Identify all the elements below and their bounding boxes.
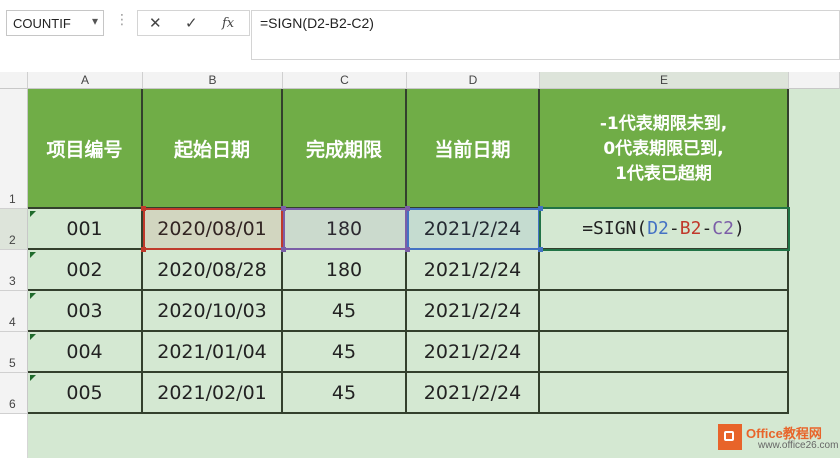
- column-header-f[interactable]: [789, 72, 840, 89]
- resize-handle[interactable]: [405, 206, 410, 211]
- row-header-3[interactable]: 3: [0, 250, 28, 291]
- cell-a4[interactable]: 003: [28, 291, 143, 332]
- header-cell-d[interactable]: 当前日期: [407, 89, 540, 209]
- resize-handle[interactable]: [141, 206, 146, 211]
- cell-e5[interactable]: [540, 332, 789, 373]
- watermark-url: www.office26.com: [758, 440, 839, 451]
- formula-ref-c2: C2: [712, 218, 734, 239]
- name-box-value: COUNTIF: [13, 16, 71, 31]
- row-header-2[interactable]: 2: [0, 209, 28, 250]
- resize-handle[interactable]: [141, 247, 146, 252]
- cell-b5[interactable]: 2021/01/04: [143, 332, 283, 373]
- row-header-5[interactable]: 5: [0, 332, 28, 373]
- row-header-4[interactable]: 4: [0, 291, 28, 332]
- column-header-c[interactable]: C: [283, 72, 407, 89]
- formula-ref-d2: D2: [647, 218, 669, 239]
- error-indicator-icon[interactable]: [30, 375, 36, 381]
- cell-d4[interactable]: 2021/2/24: [407, 291, 540, 332]
- cell-c6[interactable]: 45: [283, 373, 407, 414]
- cell-d5[interactable]: 2021/2/24: [407, 332, 540, 373]
- cell-b3[interactable]: 2020/08/28: [143, 250, 283, 291]
- more-options-icon: ⋮: [115, 12, 129, 28]
- header-cell-a[interactable]: 项目编号: [28, 89, 143, 209]
- header-cell-b[interactable]: 起始日期: [143, 89, 283, 209]
- cell-c3[interactable]: 180: [283, 250, 407, 291]
- formula-prefix: =SIGN(: [582, 218, 648, 239]
- cell-d6[interactable]: 2021/2/24: [407, 373, 540, 414]
- error-indicator-icon[interactable]: [30, 211, 36, 217]
- cell-e4[interactable]: [540, 291, 789, 332]
- resize-handle[interactable]: [281, 206, 286, 211]
- header-cell-c[interactable]: 完成期限: [283, 89, 407, 209]
- cell-e6[interactable]: [540, 373, 789, 414]
- office-logo-icon: [718, 424, 742, 450]
- cell-b4[interactable]: 2020/10/03: [143, 291, 283, 332]
- formula-minus-1: -: [668, 218, 680, 239]
- cell-a6[interactable]: 005: [28, 373, 143, 414]
- formula-minus-2: -: [701, 218, 713, 239]
- watermark-logo: Office教程网 www.office26.com: [718, 422, 838, 454]
- enter-icon[interactable]: ✓: [185, 14, 198, 32]
- resize-handle[interactable]: [405, 247, 410, 252]
- column-header-e[interactable]: E: [540, 72, 789, 89]
- cell-d2[interactable]: 2021/2/24: [407, 209, 540, 250]
- column-header-d[interactable]: D: [407, 72, 540, 89]
- cell-d3[interactable]: 2021/2/24: [407, 250, 540, 291]
- resize-handle[interactable]: [538, 206, 543, 211]
- error-indicator-icon[interactable]: [30, 252, 36, 258]
- chevron-down-icon[interactable]: ▾: [92, 14, 98, 28]
- cell-a3[interactable]: 002: [28, 250, 143, 291]
- resize-handle[interactable]: [538, 247, 543, 252]
- cancel-icon[interactable]: ✕: [149, 14, 162, 32]
- column-header-a[interactable]: A: [28, 72, 143, 89]
- resize-handle[interactable]: [281, 247, 286, 252]
- formula-buttons: ✕ ✓ fx: [137, 10, 250, 36]
- insert-function-icon[interactable]: fx: [222, 16, 234, 31]
- cell-b6[interactable]: 2021/02/01: [143, 373, 283, 414]
- row-header-6[interactable]: 6: [0, 373, 28, 414]
- formula-text: =SIGN(D2-B2-C2): [260, 15, 374, 31]
- cell-c2[interactable]: 180: [283, 209, 407, 250]
- formula-bar-area: COUNTIF ▾ ⋮ ✕ ✓ fx =SIGN(D2-B2-C2): [0, 0, 840, 62]
- cell-a2[interactable]: 001: [28, 209, 143, 250]
- column-header-b[interactable]: B: [143, 72, 283, 89]
- cell-c5[interactable]: 45: [283, 332, 407, 373]
- row-header-7[interactable]: [0, 414, 28, 458]
- cell-b2[interactable]: 2020/08/01: [143, 209, 283, 250]
- name-box[interactable]: COUNTIF ▾: [6, 10, 104, 36]
- formula-suffix: ): [733, 218, 745, 239]
- error-indicator-icon[interactable]: [30, 293, 36, 299]
- cell-e2-editing[interactable]: =SIGN(D2- B2- C2): [540, 209, 789, 250]
- row-header-1[interactable]: 1: [0, 89, 28, 209]
- header-cell-e[interactable]: -1代表期限未到, 0代表期限已到, 1代表已超期: [540, 89, 789, 209]
- error-indicator-icon[interactable]: [30, 334, 36, 340]
- cell-e3[interactable]: [540, 250, 789, 291]
- formula-ref-b2: B2: [679, 218, 702, 239]
- cell-a5[interactable]: 004: [28, 332, 143, 373]
- formula-input[interactable]: =SIGN(D2-B2-C2): [251, 10, 840, 60]
- select-all-corner[interactable]: [0, 72, 28, 89]
- cell-c4[interactable]: 45: [283, 291, 407, 332]
